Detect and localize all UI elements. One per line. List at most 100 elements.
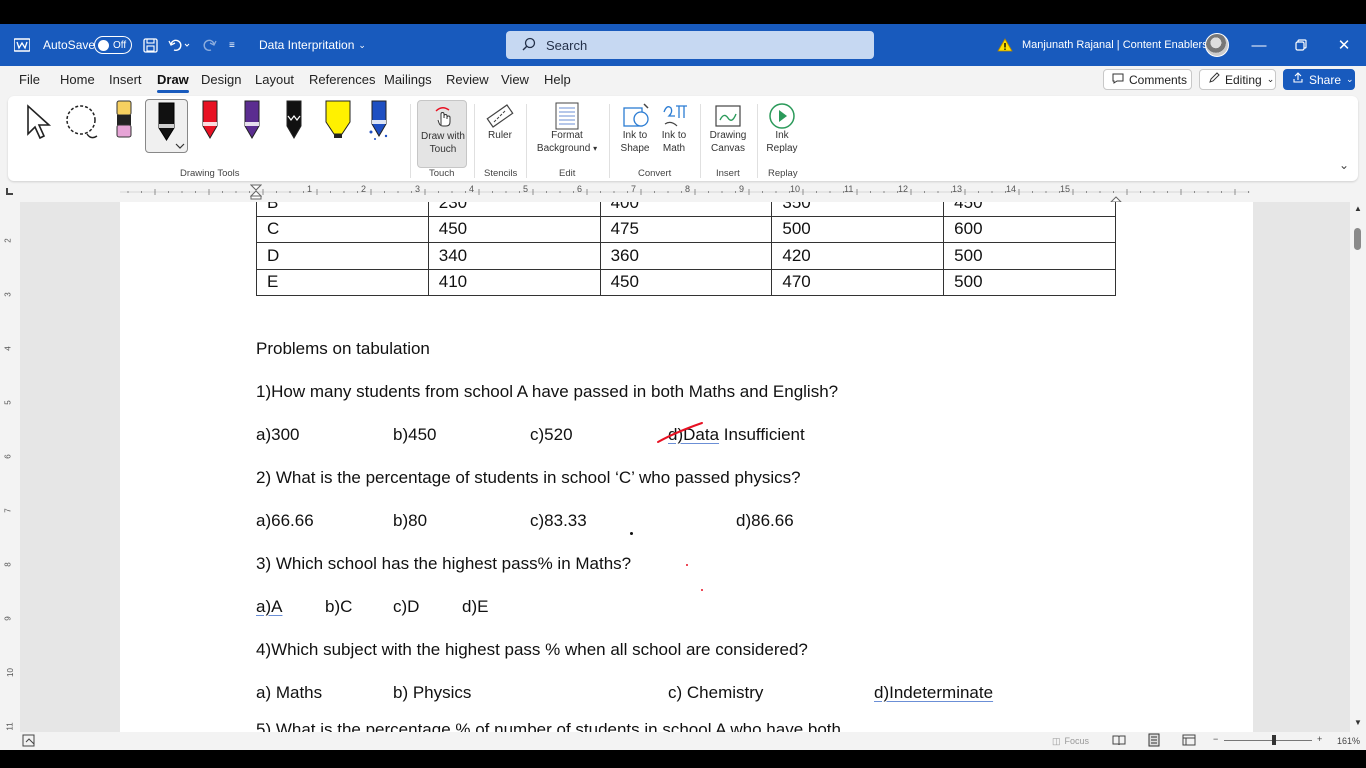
tab-review[interactable]: Review <box>446 72 489 87</box>
scroll-up-arrow-icon[interactable]: ▲ <box>1354 204 1362 213</box>
read-mode-icon[interactable] <box>1112 734 1126 748</box>
vertical-scrollbar[interactable]: ▲ ▼ <box>1350 202 1366 732</box>
tab-mailings[interactable]: Mailings <box>384 72 432 87</box>
ruler-number: 13 <box>952 184 963 194</box>
close-button[interactable]: ✕ <box>1323 24 1365 66</box>
web-layout-icon[interactable] <box>1182 734 1196 748</box>
q1-option-b: b)450 <box>393 425 437 444</box>
print-layout-icon[interactable] <box>1148 733 1160 749</box>
zoom-in-icon[interactable]: + <box>1317 734 1322 744</box>
tab-view[interactable]: View <box>501 72 529 87</box>
ink-dot <box>630 532 633 535</box>
draw-with-touch-button[interactable]: Draw with Touch <box>417 100 467 168</box>
tab-stop-icon[interactable] <box>6 188 13 195</box>
select-cursor-icon[interactable] <box>24 104 52 145</box>
ink-to-shape-label-1: Ink to <box>622 130 648 141</box>
autosave-state: Off <box>113 39 127 51</box>
autosave-toggle[interactable]: Off <box>94 24 132 66</box>
table-cell-school: D <box>256 242 429 270</box>
tab-draw[interactable]: Draw <box>157 72 189 93</box>
ribbon-separator <box>609 104 610 178</box>
customize-toolbar-icon[interactable]: ≡ <box>229 24 235 66</box>
ribbon-collapse-chevron-icon[interactable]: ⌄ <box>1339 158 1349 172</box>
tab-layout[interactable]: Layout <box>255 72 294 87</box>
table-cell-value: 500 <box>771 215 945 243</box>
tab-design[interactable]: Design <box>201 72 241 87</box>
lasso-select-icon[interactable] <box>63 104 103 147</box>
purple-pen-icon[interactable] <box>242 100 262 147</box>
horizontal-ruler: 1 2 3 4 5 6 7 8 9 10 11 12 13 14 15 <box>0 184 1366 203</box>
save-icon[interactable] <box>143 24 158 66</box>
draw-ribbon: Drawing Tools Draw with Touch Touch Rule… <box>8 96 1358 181</box>
avatar[interactable] <box>1205 24 1229 66</box>
ruler-number: 10 <box>790 184 801 194</box>
search-box[interactable]: Search <box>506 31 874 59</box>
galaxy-pen-icon[interactable] <box>368 100 390 147</box>
q4-option-d: d)Indeterminate <box>874 683 994 702</box>
editing-button[interactable]: Editing ⌄ <box>1199 69 1276 90</box>
black-pen-selected[interactable] <box>145 99 188 153</box>
vruler-number: 11 <box>5 722 15 731</box>
minimize-button[interactable]: — <box>1238 24 1280 66</box>
zoom-out-icon[interactable]: − <box>1213 734 1218 744</box>
vruler-number: 4 <box>3 346 13 351</box>
scroll-down-arrow-icon[interactable]: ▼ <box>1354 718 1362 727</box>
drawing-canvas-button[interactable]: Drawing Canvas <box>705 100 751 162</box>
zoom-slider[interactable] <box>1224 740 1312 741</box>
zoom-level[interactable]: 161% <box>1337 736 1360 746</box>
table-cell-school: C <box>256 215 429 243</box>
zoom-slider-thumb[interactable] <box>1272 735 1276 745</box>
table-cell-value: 340 <box>427 242 601 270</box>
accessibility-icon[interactable] <box>22 734 36 749</box>
restore-button[interactable] <box>1280 24 1322 66</box>
tab-insert[interactable]: Insert <box>109 72 142 87</box>
ink-to-math-button[interactable]: Ink to Math <box>654 100 694 162</box>
format-background-label-1: Format <box>551 130 583 141</box>
tab-file[interactable]: File <box>19 72 40 87</box>
focus-button[interactable]: ◫ Focus <box>1052 736 1089 747</box>
redo-icon[interactable] <box>201 24 217 66</box>
q3-option-d: d)E <box>462 597 489 616</box>
user-name[interactable]: Manjunath Rajanal | Content Enablers <box>1022 24 1208 66</box>
red-pen-icon[interactable] <box>200 100 220 147</box>
editing-label: Editing <box>1225 72 1262 87</box>
yellow-highlighter-icon[interactable] <box>324 100 352 147</box>
ink-to-shape-button[interactable]: Ink to Shape <box>615 100 655 162</box>
document-canvas[interactable]: B 230 400 350 450 C 450 475 500 600 D 340 360 420 500 E… <box>20 202 1350 732</box>
word-logo-icon <box>14 24 30 66</box>
drawing-canvas-icon <box>715 105 741 127</box>
black-pencil-icon[interactable] <box>284 100 304 147</box>
share-button[interactable]: Share ⌄ <box>1283 69 1355 90</box>
undo-icon[interactable] <box>168 24 190 66</box>
ruler-number: 3 <box>415 184 421 194</box>
minimize-icon: — <box>1251 36 1267 54</box>
table-cell-value: 470 <box>771 268 945 296</box>
question-5-partial: 5) What is the percentage % of number of… <box>256 720 841 732</box>
search-icon <box>522 37 536 54</box>
ink-replay-button[interactable]: Ink Replay <box>761 100 803 162</box>
question-1: 1)How many students from school A have p… <box>256 382 839 401</box>
table-cell-value: 360 <box>599 242 773 270</box>
format-background-button[interactable]: Format Background ▾ <box>532 100 602 162</box>
ruler-button[interactable]: Ruler <box>480 100 520 162</box>
scrollbar-thumb[interactable] <box>1354 228 1361 250</box>
tab-home[interactable]: Home <box>60 72 95 87</box>
tab-help[interactable]: Help <box>544 72 571 87</box>
red-ink-strike-mark <box>657 422 703 443</box>
warning-icon[interactable] <box>997 24 1013 66</box>
ruler-number: 11 <box>844 184 854 194</box>
red-ink-dot <box>701 589 703 591</box>
group-label-convert: Convert <box>638 168 672 179</box>
comments-button[interactable]: Comments <box>1103 69 1192 90</box>
group-label-replay: Replay <box>768 168 798 179</box>
tab-references[interactable]: References <box>309 72 375 87</box>
eraser-icon[interactable] <box>114 100 134 145</box>
ink-replay-icon <box>769 103 795 129</box>
status-bar: ◫ Focus − + 161% <box>0 732 1366 750</box>
drawing-canvas-label-2: Canvas <box>711 143 745 154</box>
ink-to-shape-icon <box>623 103 649 127</box>
table-cell-value: 600 <box>943 215 1116 243</box>
touch-hand-icon <box>435 107 451 127</box>
document-title[interactable]: Data Interpritation ⌄ <box>259 24 366 66</box>
document-page[interactable]: B 230 400 350 450 C 450 475 500 600 D 340 360 420 500 E… <box>120 202 1253 732</box>
